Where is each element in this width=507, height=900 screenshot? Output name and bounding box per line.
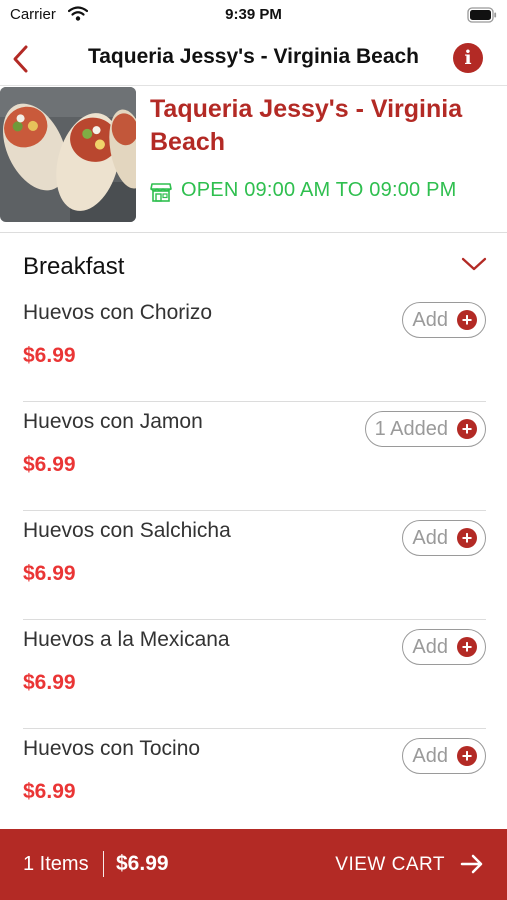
storefront-icon [150,182,172,207]
item-price: $6.99 [23,344,76,367]
add-button-label: 1 Added [374,417,448,440]
menu-item: Huevos con Tocino $6.99 Add + [23,729,486,838]
menu-item: Huevos con Salchicha $6.99 Add + [23,511,486,620]
item-price: $6.99 [23,562,76,585]
plus-icon: + [457,637,477,657]
cart-item-count: 1 Items [23,853,89,875]
plus-icon: + [457,310,477,330]
battery-icon [467,7,497,28]
status-time: 9:39 PM [225,6,282,23]
category-header-breakfast[interactable]: Breakfast [0,234,507,294]
restaurant-name: Taqueria Jessy's - Virginia Beach [150,95,463,156]
add-button[interactable]: Add + [402,302,486,338]
add-button[interactable]: Add + [402,629,486,665]
cart-divider [103,851,104,877]
restaurant-header: Taqueria Jessy's - Virginia Beach OPEN 0… [0,87,507,233]
page-title: Taqueria Jessy's - Virginia Beach [87,45,420,68]
menu-item: Huevos a la Mexicana $6.99 Add + [23,620,486,729]
status-bar: Carrier 9:39 PM [0,0,507,32]
plus-icon: + [457,419,477,439]
item-price: $6.99 [23,453,76,476]
add-button[interactable]: Add + [402,738,486,774]
chevron-down-icon[interactable] [461,256,487,277]
plus-icon: + [457,528,477,548]
item-name: Huevos con Tocino [23,737,201,760]
add-button-label: Add [412,744,448,767]
item-name: Huevos con Chorizo [23,301,213,324]
add-button-label: Add [412,308,448,331]
arrow-right-icon[interactable] [460,854,484,879]
category-title: Breakfast [23,253,125,280]
add-button-label: Add [412,526,448,549]
info-icon: i [464,47,472,69]
view-cart-bar[interactable]: 1 Items $6.99 VIEW CART [0,829,507,900]
info-button[interactable]: i [453,43,483,73]
item-name: Huevos a la Mexicana [23,628,230,651]
opening-hours: OPEN 09:00 AM TO 09:00 PM [181,179,457,201]
add-button-label: Add [412,635,448,658]
cart-total: $6.99 [116,852,169,875]
add-button[interactable]: Add + [402,520,486,556]
view-cart-button[interactable]: VIEW CART [335,854,445,876]
menu-item: Huevos con Jamon $6.99 1 Added + [23,402,486,511]
item-price: $6.99 [23,780,76,803]
navigation-bar: Taqueria Jessy's - Virginia Beach i [0,32,507,86]
item-price: $6.99 [23,671,76,694]
item-name: Huevos con Salchicha [23,519,231,542]
menu-item: Huevos con Chorizo $6.99 Add + [23,293,486,402]
restaurant-image [0,87,136,222]
item-name: Huevos con Jamon [23,410,203,433]
add-button[interactable]: 1 Added + [364,411,486,447]
plus-icon: + [457,746,477,766]
